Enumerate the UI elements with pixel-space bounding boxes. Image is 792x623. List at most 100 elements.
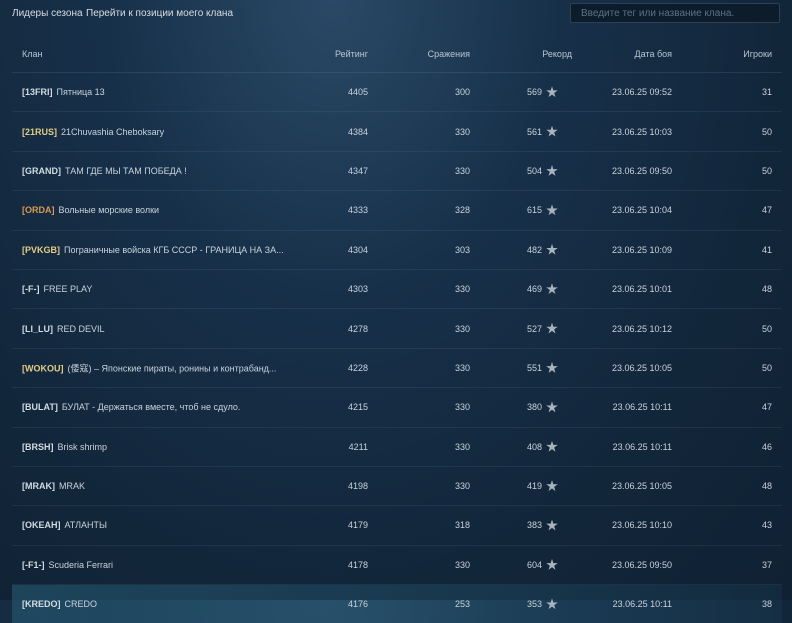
star-icon [546, 558, 558, 570]
clan-cell[interactable]: [OKEAH] АТЛАНТЫ [22, 520, 107, 530]
clan-cell[interactable]: [LI_LU] RED DEVIL [22, 324, 105, 334]
record-cell: 604 [526, 558, 558, 571]
clan-cell[interactable]: [ORDA] Вольные морские волки [22, 205, 159, 215]
date-cell: 23.06.25 10:01 [611, 284, 672, 295]
clan-cell[interactable]: [13FRI] Пятница 13 [22, 87, 105, 97]
table-row[interactable]: [21RUS] 21Chuvashia Cheboksary 4384 330 561 2… [12, 112, 782, 152]
clan-cell[interactable]: [GRAND] ТАМ ГДЕ МЫ ТАМ ПОБЕДА ! [22, 166, 187, 176]
players-cell: 47 [761, 205, 772, 216]
season-leaders-link[interactable]: Лидеры сезона [12, 8, 83, 19]
players-cell: 50 [761, 165, 772, 176]
star-icon [546, 283, 558, 295]
clan-ratings-table: Клан Рейтинг Сражения Рекорд Дата боя Иг… [12, 36, 782, 623]
record-cell: 380 [527, 401, 558, 413]
table-row[interactable]: [13FRI] Пятница 13 4405 300 569 23.06.25 09:5… [12, 73, 782, 113]
clan-cell[interactable]: [KREDO] CREDO [22, 599, 97, 609]
top-bar: Лидеры сезона Перейти к позиции моего кл… [0, 0, 792, 28]
clan-name: ТАМ ГДЕ МЫ ТАМ ПОБЕДА ! [65, 165, 187, 176]
record-value: 469 [526, 284, 542, 295]
clan-cell[interactable]: [21RUS] 21Chuvashia Cheboksary [22, 127, 164, 137]
header-battles[interactable]: Сражения [428, 49, 470, 59]
clan-cell[interactable]: [MRAK] MRAK [22, 481, 85, 491]
table-row[interactable]: [KREDO] CREDO 4176 253 353 23.06.25 10:11 38 [12, 585, 782, 623]
players-cell: 50 [761, 323, 772, 334]
clan-cell[interactable]: [-F-] FREE PLAY [22, 284, 92, 294]
rating-cell: 4179 [347, 520, 368, 531]
clan-name: Вольные морские волки [58, 205, 160, 216]
rating-cell: 4303 [347, 284, 368, 295]
clan-tag: [OKEAH] [22, 520, 61, 531]
star-icon [546, 125, 558, 137]
clan-name: Пятница 13 [56, 87, 105, 98]
header-record[interactable]: Рекорд [542, 49, 572, 59]
date-cell: 23.06.25 09:50 [611, 165, 672, 176]
rating-cell: 4215 [347, 402, 368, 413]
star-icon [546, 440, 558, 452]
record-value: 380 [526, 402, 542, 413]
players-cell: 48 [761, 284, 772, 295]
clan-cell[interactable]: [BULAT] БУЛАТ - Держаться вместе, чтоб не… [22, 402, 240, 412]
clan-tag: [LI_LU] [22, 323, 53, 334]
table-row[interactable]: [LI_LU] RED DEVIL 4278 330 527 23.06.25 10:12… [12, 309, 782, 349]
players-cell: 48 [761, 481, 772, 492]
battles-cell: 330 [454, 362, 470, 373]
table-row[interactable]: [OKEAH] АТЛАНТЫ 4179 318 383 23.06.25 10:10 43 [12, 506, 782, 546]
players-cell: 47 [761, 402, 772, 413]
record-cell: 482 [527, 243, 558, 256]
clan-name: БУЛАТ - Держаться вместе, чтоб не сдуло. [61, 402, 241, 413]
rating-cell: 4278 [347, 323, 368, 334]
players-cell: 38 [761, 599, 772, 610]
table-row[interactable]: [MRAK] MRAK 4198 330 419 23.06.25 10:05 48 [12, 467, 782, 507]
star-icon [546, 519, 558, 531]
header-rating[interactable]: Рейтинг [335, 49, 368, 59]
clan-cell[interactable]: [BRSH] Brisk shrimp [22, 442, 107, 452]
clan-tag: [-F1-] [22, 559, 45, 570]
clan-tag: [21RUS] [22, 126, 58, 137]
players-cell: 50 [761, 126, 772, 137]
date-cell: 23.06.25 09:52 [611, 87, 672, 98]
date-cell: 23.06.25 10:11 [612, 402, 672, 413]
rating-cell: 4405 [347, 87, 368, 98]
clan-cell[interactable]: [WOKOU] (倭寇) – Японские пираты, ронины и … [22, 361, 276, 374]
players-cell: 41 [761, 244, 772, 255]
clan-cell[interactable]: [-F1-] Scuderia Ferrari [22, 560, 113, 570]
clan-name: FREE PLAY [43, 284, 93, 295]
battles-cell: 300 [454, 87, 470, 98]
clan-name: АТЛАНТЫ [64, 520, 107, 531]
clan-tag: [ORDA] [22, 205, 55, 216]
header-players[interactable]: Игроки [743, 49, 772, 59]
table-row[interactable]: [BULAT] БУЛАТ - Держаться вместе, чтоб не… [12, 388, 782, 428]
battles-cell: 303 [454, 244, 470, 255]
header-clan[interactable]: Клан [22, 49, 42, 59]
clan-cell[interactable]: [PVKGB] Пограничные войска КГБ СССР - ГРА… [22, 245, 284, 255]
clan-name: Scuderia Ferrari [48, 559, 114, 570]
battles-cell: 253 [454, 599, 470, 610]
table-row[interactable]: [GRAND] ТАМ ГДЕ МЫ ТАМ ПОБЕДА ! 4347 330 504… [12, 152, 782, 192]
record-value: 408 [526, 441, 542, 452]
clan-name: 21Chuvashia Cheboksary [61, 126, 165, 137]
rating-cell: 4178 [347, 559, 368, 570]
table-row[interactable]: [ORDA] Вольные морские волки 4333 328 615 23.… [12, 191, 782, 231]
date-cell: 23.06.25 10:04 [611, 205, 672, 216]
table-row[interactable]: [-F1-] Scuderia Ferrari 4178 330 604 23.06.25… [12, 546, 782, 586]
date-cell: 23.06.25 09:50 [611, 559, 672, 570]
record-value: 604 [526, 559, 542, 570]
clan-name: RED DEVIL [57, 323, 105, 334]
rating-cell: 4384 [347, 126, 368, 137]
table-row[interactable]: [BRSH] Brisk shrimp 4211 330 408 23.06.25 10:… [12, 428, 782, 467]
table-row[interactable]: [-F-] FREE PLAY 4303 330 469 23.06.25 10:01 48 [12, 270, 782, 310]
record-value: 504 [526, 165, 542, 176]
record-cell: 408 [526, 440, 558, 453]
clan-search-input[interactable] [570, 3, 780, 23]
record-cell: 569 [527, 86, 558, 98]
table-row[interactable]: [PVKGB] Пограничные войска КГБ СССР - ГРА… [12, 231, 782, 270]
record-value: 383 [526, 520, 542, 531]
date-cell: 23.06.25 10:11 [612, 599, 672, 610]
star-icon [546, 86, 558, 98]
table-row[interactable]: [WOKOU] (倭寇) – Японские пираты, ронины и … [12, 349, 782, 389]
star-icon [546, 401, 558, 413]
my-clan-position-link[interactable]: Перейти к позиции моего клана [86, 8, 233, 19]
players-cell: 31 [761, 87, 772, 98]
header-date[interactable]: Дата боя [635, 49, 672, 59]
record-cell: 419 [527, 480, 558, 492]
